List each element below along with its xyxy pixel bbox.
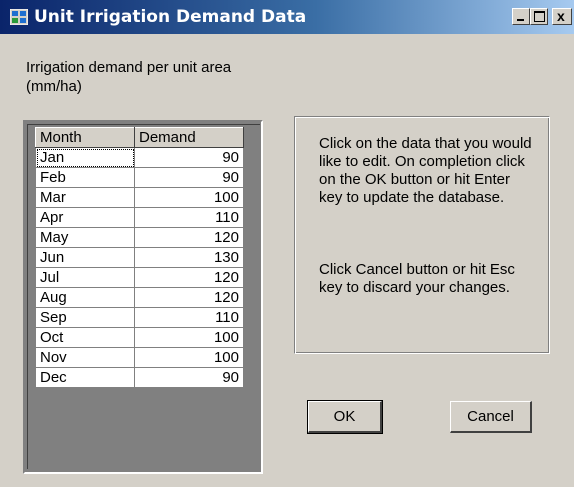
- maximize-icon[interactable]: [530, 8, 548, 25]
- close-glyph: x: [557, 8, 565, 24]
- month-cell[interactable]: Feb: [35, 167, 135, 188]
- cancel-button[interactable]: Cancel: [450, 401, 532, 433]
- month-cell[interactable]: Mar: [35, 187, 135, 208]
- minimize-icon[interactable]: [512, 8, 530, 25]
- table-row[interactable]: Jan 90: [35, 147, 244, 168]
- month-cell[interactable]: Jan: [35, 147, 135, 168]
- table-row[interactable]: May 120: [35, 227, 244, 248]
- demand-cell[interactable]: 100: [134, 187, 244, 208]
- table-row[interactable]: Jul 120: [35, 267, 244, 288]
- month-cell[interactable]: Jun: [35, 247, 135, 268]
- table-row[interactable]: Aug 120: [35, 287, 244, 308]
- month-cell[interactable]: Aug: [35, 287, 135, 308]
- table-row[interactable]: Oct 100: [35, 327, 244, 348]
- column-header-demand[interactable]: Demand: [134, 127, 244, 148]
- demand-cell[interactable]: 120: [134, 227, 244, 248]
- month-cell[interactable]: Jul: [35, 267, 135, 288]
- instructions-panel: Click on the data that you would like to…: [294, 116, 550, 354]
- month-cell[interactable]: Dec: [35, 367, 135, 388]
- column-header-month[interactable]: Month: [35, 127, 135, 148]
- grid-app-icon: [10, 9, 28, 25]
- demand-table[interactable]: Month Demand Jan 90 Feb 90 Mar 100 Apr 110 May 12…: [35, 127, 244, 388]
- demand-label: Irrigation demand per unit area (mm/ha): [26, 58, 231, 96]
- month-cell[interactable]: Oct: [35, 327, 135, 348]
- table-row[interactable]: Feb 90: [35, 167, 244, 188]
- month-cell[interactable]: May: [35, 227, 135, 248]
- month-cell[interactable]: Apr: [35, 207, 135, 228]
- table-row[interactable]: Nov 100: [35, 347, 244, 368]
- demand-cell[interactable]: 120: [134, 267, 244, 288]
- title-bar[interactable]: Unit Irrigation Demand Data x: [0, 0, 574, 34]
- demand-cell[interactable]: 110: [134, 307, 244, 328]
- window-title: Unit Irrigation Demand Data: [34, 7, 307, 27]
- month-cell[interactable]: Nov: [35, 347, 135, 368]
- demand-cell[interactable]: 130: [134, 247, 244, 268]
- demand-cell[interactable]: 100: [134, 327, 244, 348]
- instructions-edit-text: Click on the data that you would like to…: [319, 135, 532, 206]
- demand-cell[interactable]: 90: [134, 147, 244, 168]
- grid-background: Month Demand Jan 90 Feb 90 Mar 100 Apr 110 May 12…: [27, 124, 260, 469]
- demand-cell[interactable]: 120: [134, 287, 244, 308]
- table-row[interactable]: Mar 100: [35, 187, 244, 208]
- table-row[interactable]: Jun 130: [35, 247, 244, 268]
- month-cell[interactable]: Sep: [35, 307, 135, 328]
- demand-cell[interactable]: 90: [134, 167, 244, 188]
- table-row[interactable]: Dec 90: [35, 367, 244, 388]
- table-row[interactable]: Apr 110: [35, 207, 244, 228]
- instructions-cancel-text: Click Cancel button or hit Esc key to di…: [319, 261, 515, 296]
- close-icon[interactable]: x: [552, 8, 572, 25]
- ok-button[interactable]: OK: [307, 400, 383, 434]
- demand-grid[interactable]: Month Demand Jan 90 Feb 90 Mar 100 Apr 110 May 12…: [23, 120, 263, 474]
- demand-cell[interactable]: 110: [134, 207, 244, 228]
- demand-cell[interactable]: 90: [134, 367, 244, 388]
- demand-label-units: (mm/ha): [26, 78, 82, 95]
- demand-cell[interactable]: 100: [134, 347, 244, 368]
- table-row[interactable]: Sep 110: [35, 307, 244, 328]
- demand-label-line1: Irrigation demand per unit area: [26, 59, 232, 76]
